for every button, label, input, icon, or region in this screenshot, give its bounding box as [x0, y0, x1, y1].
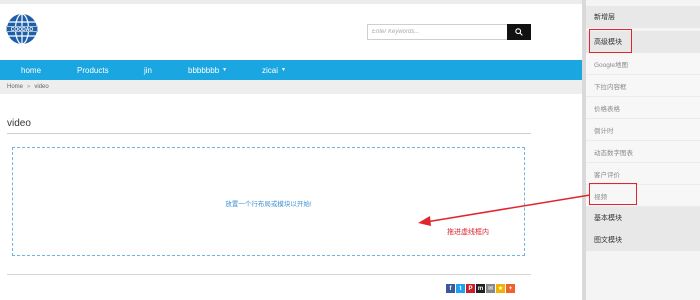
panel-item-label: 下拉内容框 — [594, 83, 627, 91]
company-logo-icon[interactable]: COODAO — [6, 13, 38, 45]
top-strip — [0, 0, 582, 4]
panel-item-google-map[interactable]: Google地图 — [586, 53, 700, 75]
nav-item-jin[interactable]: jin — [144, 60, 152, 80]
panel-item-dropdown-box[interactable]: 下拉内容框 — [586, 75, 700, 97]
search-icon — [515, 28, 523, 36]
nav-item-label: zicai — [262, 65, 279, 75]
nav-item-label: bbbbbbb — [188, 65, 220, 75]
panel-item-label: 图文模块 — [594, 237, 622, 244]
caret-down-icon: ▼ — [222, 67, 228, 73]
panel-item-label: 基本模块 — [594, 215, 622, 222]
module-panel: 新增层 高级模块 Google地图 下拉内容框 价格表格 倒计时 动态数字图表 … — [586, 0, 700, 300]
nav-item-zicai[interactable]: zicai ▼ — [262, 60, 286, 80]
main-navigation: home Products jin bbbbbbb ▼ zicai ▼ — [0, 60, 582, 80]
twitter-icon[interactable]: t — [456, 284, 465, 293]
website-canvas: COODAO home Products jin bbbbbbb ▼ zicai… — [0, 0, 582, 300]
caret-down-icon: ▼ — [281, 67, 286, 73]
drop-zone-hint: 放置一个行布局或模块以开始! — [225, 201, 312, 208]
panel-item-number-chart[interactable]: 动态数字图表 — [586, 141, 700, 163]
panel-category-advanced-modules[interactable]: 高级模块 — [586, 31, 700, 53]
nav-item-label: jin — [144, 65, 153, 75]
panel-category-image-text-modules[interactable]: 图文模块 — [586, 229, 700, 251]
nav-item-home[interactable]: home — [21, 60, 41, 80]
bottom-divider — [7, 274, 531, 275]
search-button[interactable] — [507, 24, 531, 40]
title-divider — [7, 133, 531, 134]
search-input[interactable] — [367, 24, 507, 40]
facebook-icon[interactable]: f — [446, 284, 455, 293]
panel-item-label: 高级模块 — [594, 39, 622, 46]
panel-item-label: 新增层 — [594, 14, 615, 21]
panel-item-testimonials[interactable]: 客户评价 — [586, 163, 700, 185]
nav-item-products[interactable]: Products — [77, 60, 109, 80]
breadcrumb-current: video — [34, 84, 49, 90]
panel-item-label: 价格表格 — [594, 105, 620, 113]
panel-item-countdown[interactable]: 倒计时 — [586, 119, 700, 141]
nav-item-label: Products — [77, 65, 109, 75]
share-bar: f t P m ✉ ★ + — [446, 284, 515, 293]
panel-item-label: 客户评价 — [594, 171, 620, 179]
svg-text:COODAO: COODAO — [11, 27, 34, 33]
nav-item-label: home — [21, 65, 42, 75]
panel-category-basic-modules[interactable]: 基本模块 — [586, 207, 700, 229]
panel-item-pricing-table[interactable]: 价格表格 — [586, 97, 700, 119]
myspace-icon[interactable]: m — [476, 284, 485, 293]
panel-category-new-layer[interactable]: 新增层 — [586, 6, 700, 28]
email-icon[interactable]: ✉ — [486, 284, 495, 293]
panel-item-label: Google地图 — [594, 61, 628, 69]
search-bar — [367, 24, 531, 40]
panel-item-label: 动态数字图表 — [594, 149, 633, 157]
breadcrumb: Home » video — [0, 80, 582, 94]
panel-item-video[interactable]: 视频 — [586, 185, 700, 207]
favorite-icon[interactable]: ★ — [496, 284, 505, 293]
nav-item-bbbbbbb[interactable]: bbbbbbb ▼ — [188, 60, 227, 80]
layout-drop-zone[interactable]: 放置一个行布局或模块以开始! — [12, 147, 525, 256]
breadcrumb-separator: » — [27, 84, 31, 90]
panel-item-label: 视频 — [594, 193, 607, 201]
breadcrumb-home-link[interactable]: Home — [7, 84, 23, 90]
pinterest-icon[interactable]: P — [466, 284, 475, 293]
page-title: video — [7, 118, 31, 129]
panel-item-label: 倒计时 — [594, 127, 614, 135]
more-icon[interactable]: + — [506, 284, 515, 293]
annotation-label: 拖进虚线框内 — [447, 229, 489, 236]
